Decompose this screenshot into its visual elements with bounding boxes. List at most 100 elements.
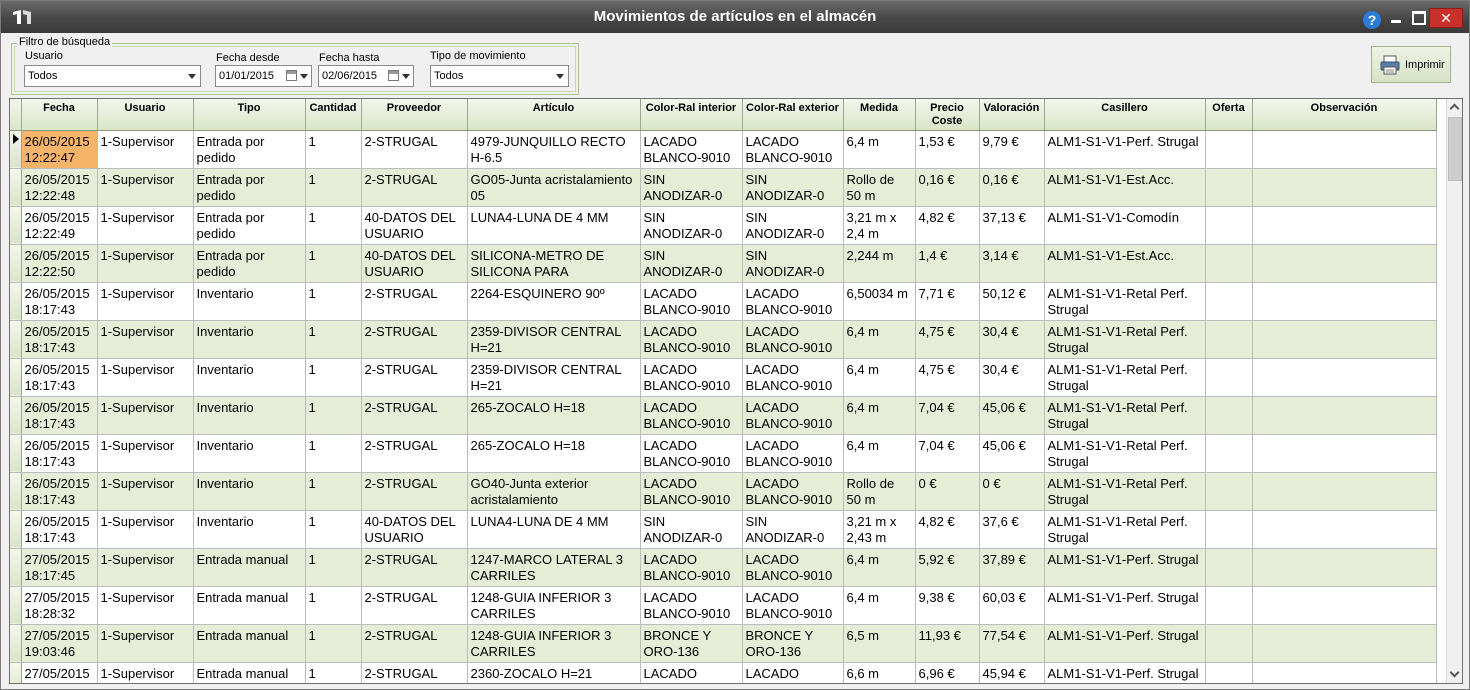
table-cell[interactable]: 6,50034 m [843,282,916,321]
table-cell[interactable] [1252,358,1437,397]
table-cell[interactable]: LACADO BLANCO-9010 [742,586,844,625]
movements-grid[interactable]: Fecha Usuario Tipo Cantidad Proveedor Artícul… [9,98,1463,684]
table-row[interactable]: 26/05/2015 18:17:43 1-Supervisor Inventari… [10,396,1437,435]
table-cell[interactable] [1252,662,1437,683]
table-cell[interactable]: 45,06 € [979,396,1045,435]
table-row[interactable]: 26/05/2015 12:22:48 1-Supervisor Entrada p… [10,168,1437,207]
table-cell[interactable]: ALM1-S1-V1-Perf. Strugal [1044,548,1206,587]
column-header-12[interactable]: Oferta [1205,99,1253,131]
table-cell[interactable]: 11,93 € [915,624,980,663]
table-cell[interactable]: 9,79 € [979,130,1045,169]
table-cell[interactable]: 6,5 m [843,624,916,663]
table-cell[interactable]: 1-Supervisor [97,130,194,169]
table-cell[interactable] [1252,548,1437,587]
row-header[interactable] [10,282,22,321]
table-cell[interactable] [1205,282,1253,321]
table-row[interactable]: 27/05/2015 19:03:46 1-Supervisor Entrada m… [10,624,1437,663]
column-header-10[interactable]: Valoración [979,99,1045,131]
table-cell[interactable]: ALM1-S1-V1-Retal Perf. Strugal [1044,396,1206,435]
table-cell[interactable]: 1-Supervisor [97,510,194,549]
table-cell[interactable]: 3,14 € [979,244,1045,283]
table-cell[interactable] [1252,472,1437,511]
table-cell[interactable]: 1-Supervisor [97,662,194,683]
table-cell[interactable] [1252,244,1437,283]
table-cell[interactable]: 37,13 € [979,206,1045,245]
row-header[interactable] [10,662,22,683]
table-cell[interactable]: 1-Supervisor [97,320,194,359]
table-cell[interactable]: Rollo de 50 m [843,472,916,511]
table-cell[interactable]: 1 [305,662,362,683]
row-header[interactable] [10,548,22,587]
table-cell[interactable]: 26/05/2015 18:17:43 [21,358,98,397]
table-row[interactable]: 26/05/2015 12:22:47 1-Supervisor Entrada p… [10,130,1437,169]
table-cell[interactable] [1205,662,1253,683]
row-header[interactable] [10,320,22,359]
table-cell[interactable]: 27/05/2015 [21,662,98,683]
table-cell[interactable] [1205,548,1253,587]
table-cell[interactable]: 45,06 € [979,434,1045,473]
table-cell[interactable]: 4,75 € [915,358,980,397]
table-cell[interactable]: LACADO BLANCO-9010 [742,282,844,321]
column-header-6[interactable]: Color-Ral interior [640,99,743,131]
table-cell[interactable]: 37,89 € [979,548,1045,587]
table-cell[interactable]: 26/05/2015 12:22:49 [21,206,98,245]
table-row[interactable]: 26/05/2015 18:17:43 1-Supervisor Inventari… [10,434,1437,473]
table-cell[interactable]: 26/05/2015 12:22:47 [21,130,98,169]
table-cell[interactable]: 1-Supervisor [97,206,194,245]
table-cell[interactable]: Inventario [193,396,306,435]
table-cell[interactable] [1205,472,1253,511]
table-cell[interactable]: 7,71 € [915,282,980,321]
table-cell[interactable]: Inventario [193,472,306,511]
table-cell[interactable]: 0 € [979,472,1045,511]
table-cell[interactable]: Entrada por pedido [193,244,306,283]
table-cell[interactable]: 5,92 € [915,548,980,587]
column-header-13[interactable]: Observación [1252,99,1437,131]
table-cell[interactable]: 26/05/2015 18:17:43 [21,320,98,359]
row-header[interactable] [10,472,22,511]
table-cell[interactable]: 1 [305,282,362,321]
table-cell[interactable]: 2-STRUGAL [361,396,468,435]
table-cell[interactable]: 0,16 € [979,168,1045,207]
table-row[interactable]: 27/05/2015 18:17:45 1-Supervisor Entrada m… [10,548,1437,587]
table-cell[interactable]: 40-DATOS DEL USUARIO [361,510,468,549]
table-cell[interactable]: 3,21 m x 2,4 m [843,206,916,245]
table-cell[interactable]: 27/05/2015 18:17:45 [21,548,98,587]
table-cell[interactable]: 1 [305,396,362,435]
table-cell[interactable]: 6,4 m [843,396,916,435]
table-cell[interactable]: 1-Supervisor [97,282,194,321]
scroll-down-arrow-icon[interactable] [1447,666,1462,683]
table-cell[interactable]: 1-Supervisor [97,548,194,587]
table-cell[interactable]: Rollo de 50 m [843,168,916,207]
table-cell[interactable]: LACADO BLANCO-9010 [640,434,743,473]
fecha-desde-picker[interactable]: 01/01/2015 [215,65,312,87]
table-cell[interactable]: 1248-GUIA INFERIOR 3 CARRILES [467,586,641,625]
vertical-scrollbar[interactable] [1446,99,1462,683]
table-cell[interactable]: 1 [305,358,362,397]
table-cell[interactable]: LACADO BLANCO-9010 [640,282,743,321]
table-cell[interactable] [1205,396,1253,435]
table-cell[interactable]: 1 [305,244,362,283]
table-cell[interactable]: LUNA4-LUNA DE 4 MM [467,510,641,549]
table-cell[interactable]: ALM1-S1-V1-Retal Perf. Strugal [1044,282,1206,321]
table-cell[interactable]: 6,4 m [843,358,916,397]
tipo-movimiento-select[interactable]: Todos [430,65,569,87]
table-cell[interactable]: 2360-ZOCALO H=21 [467,662,641,683]
table-row[interactable]: 26/05/2015 18:17:43 1-Supervisor Inventari… [10,472,1437,511]
table-cell[interactable] [1205,168,1253,207]
table-cell[interactable]: 2-STRUGAL [361,548,468,587]
table-cell[interactable]: 1-Supervisor [97,586,194,625]
table-cell[interactable] [1205,244,1253,283]
row-header[interactable] [10,358,22,397]
table-cell[interactable]: 30,4 € [979,320,1045,359]
table-cell[interactable]: LACADO BLANCO-9010 [742,472,844,511]
table-cell[interactable]: 26/05/2015 18:17:43 [21,510,98,549]
table-cell[interactable] [1252,510,1437,549]
table-cell[interactable]: 4,82 € [915,206,980,245]
table-cell[interactable]: GO40-Junta exterior acristalamiento [467,472,641,511]
table-cell[interactable]: Inventario [193,282,306,321]
table-cell[interactable]: 26/05/2015 12:22:48 [21,168,98,207]
table-cell[interactable] [1252,168,1437,207]
column-header-1[interactable]: Usuario [97,99,194,131]
table-cell[interactable]: 1 [305,586,362,625]
table-cell[interactable]: ALM1-S1-V1-Retal Perf. Strugal [1044,510,1206,549]
